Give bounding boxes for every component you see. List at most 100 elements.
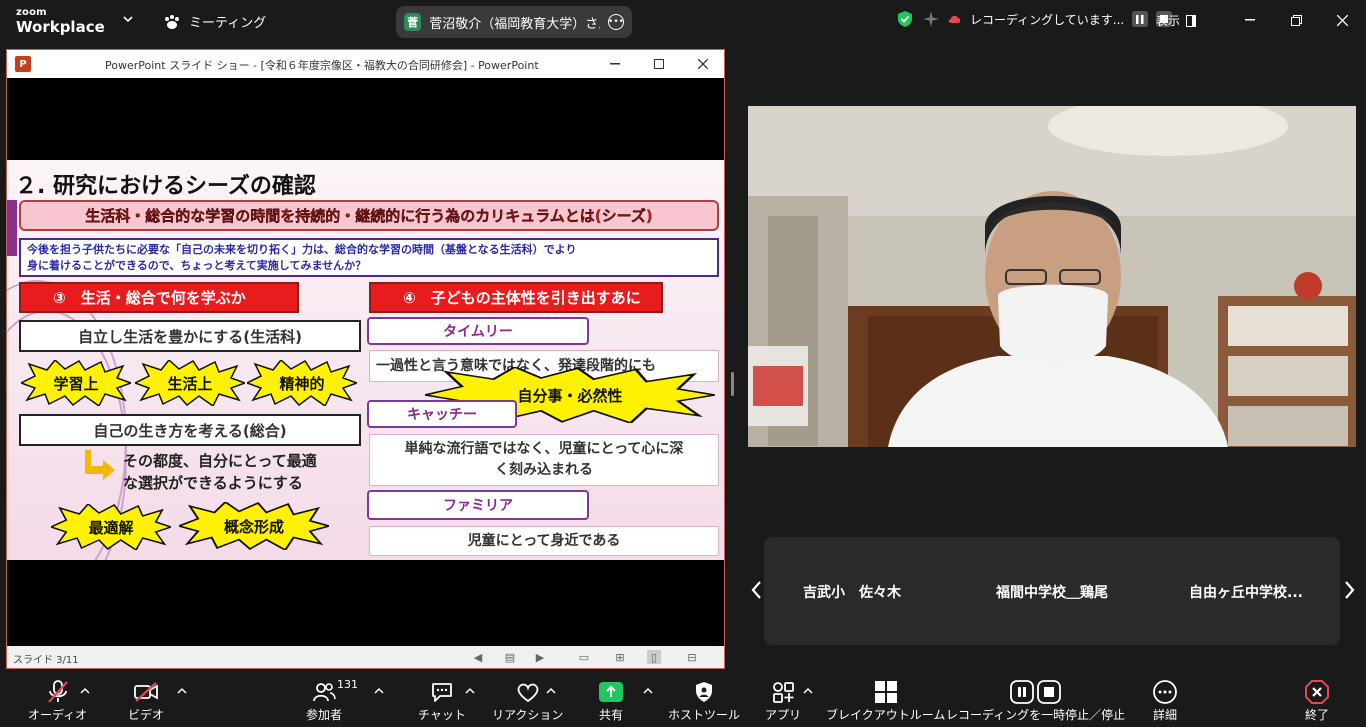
participants-button[interactable]: 131 参加者 [306, 678, 358, 723]
burst-learning: 学習上 [19, 358, 134, 408]
note-line1: その都度、自分にとって最適 [123, 452, 317, 470]
recording-status: レコーディングしています... [896, 10, 1173, 28]
people-icon: 131 [311, 678, 358, 704]
speaker-video[interactable] [748, 106, 1356, 447]
ppt-close-icon[interactable] [693, 54, 713, 74]
meeting-info-button[interactable]: ミーティング [163, 12, 266, 31]
powerpoint-icon: P [15, 56, 31, 72]
top-bar: zoom Workplace ミーティング 菅 菅沼敬介（福岡教育大学）さん •… [0, 0, 1366, 44]
title-accent [7, 200, 17, 256]
camera-feed [748, 106, 1356, 447]
active-speaker-pill[interactable]: 菅 菅沼敬介（福岡教育大学）さん ••• [396, 6, 632, 38]
burst1-label: 学習上 [53, 374, 99, 393]
share-button[interactable]: 共有 [598, 680, 624, 723]
video-off-icon [133, 680, 159, 704]
slide-banner: 生活科・総合的な学習の時間を持続的・継続的に行う為のカリキュラムとは(シーズ) [19, 200, 719, 231]
zoom-window: zoom Workplace ミーティング 菅 菅沼敬介（福岡教育大学）さん •… [0, 0, 1366, 727]
chat-label: チャット [418, 708, 466, 722]
intro-line1: 今後を担う子供たちに必要な「自己の未来を切り拓く」力は、総合的な学習の時間（基盤… [27, 243, 577, 256]
end-icon [1304, 680, 1330, 704]
share-label: 共有 [598, 708, 623, 722]
right-heading: ④ 子どもの主体性を引き出すあに [369, 282, 663, 313]
reactions-label: リアクション [492, 708, 564, 722]
breakout-rooms-button[interactable]: ブレイクアウトルーム [826, 680, 945, 723]
layout-icon [1186, 14, 1197, 27]
logo-line2: Workplace [16, 18, 105, 36]
slideshow-view-icon[interactable]: ⊟ [685, 650, 699, 664]
participant-name[interactable]: 福間中学校＿鶏尾 [972, 582, 1132, 602]
host-tools-button[interactable]: ホストツール [668, 680, 740, 723]
slide: ２. 研究におけるシーズの確認 生活科・総合的な学習の時間を持続的・継続的に行う… [7, 160, 724, 560]
ppt-window-title: PowerPoint スライド ショー - [令和６年度宗像区・福教大の合同研修… [105, 59, 539, 72]
reading-view-icon[interactable]: ▯ [647, 650, 661, 664]
end-label: 終了 [1304, 708, 1329, 722]
intro-line2: 身に着けることができるので、ちょっと考えて実施してみませんか？ [27, 259, 367, 272]
chevron-up-icon[interactable] [465, 686, 475, 696]
heart-icon [515, 680, 541, 704]
paw-icon [165, 14, 179, 29]
minimize-icon[interactable] [1240, 10, 1260, 30]
catchy-desc: 単純な流行語ではなく、児童にとって心に深 く刻み込まれる [369, 434, 719, 486]
participants-strip: 吉武小 佐々木 福間中学校＿鶏尾 自由ヶ丘中学校... [764, 537, 1340, 645]
slide-menu-icon[interactable]: ▤ [503, 650, 517, 664]
powerpoint-window: P PowerPoint スライド ショー - [令和６年度宗像区・福教大の合同… [6, 49, 725, 669]
chevron-up-icon[interactable] [546, 686, 556, 696]
left-heading: ③ 生活・総合で何を学ぶか [19, 282, 299, 313]
host-shield-icon [691, 680, 717, 704]
normal-view-icon[interactable]: ▭ [577, 650, 591, 664]
sparkle-icon[interactable] [922, 10, 940, 28]
apps-icon [770, 680, 796, 704]
chevron-up-icon[interactable] [374, 686, 384, 696]
chevron-up-icon[interactable] [177, 686, 187, 696]
shield-check-icon[interactable] [896, 10, 914, 28]
ppt-minimize-icon[interactable] [605, 54, 625, 74]
apps-label: アプリ [765, 708, 802, 722]
video-button[interactable]: ビデオ [128, 680, 164, 723]
next-slide-icon[interactable]: ▶ [533, 650, 547, 664]
splitter-handle[interactable] [731, 372, 734, 396]
pause-recording-icon[interactable] [1132, 11, 1149, 27]
end-button[interactable]: 終了 [1304, 680, 1330, 723]
close-icon[interactable] [1332, 10, 1352, 30]
view-button[interactable]: 表示 [1156, 12, 1197, 29]
meeting-label: ミーティング [189, 16, 267, 31]
grid-icon [873, 680, 899, 704]
note-line2: な選択ができるようにする [123, 474, 303, 492]
chevron-down-icon[interactable] [122, 13, 134, 25]
burst2-label: 生活上 [167, 374, 213, 393]
chevron-up-icon[interactable] [643, 686, 653, 696]
burst-mental: 精神的 [245, 358, 360, 408]
seikatsu-box: 自立し生活を豊かにする(生活科) [19, 320, 361, 352]
burst-optimal: 最適解 [48, 502, 174, 552]
burst-life: 生活上 [133, 358, 248, 408]
note-text: その都度、自分にとって最適 な選択ができるようにする [123, 450, 317, 494]
host-name: 菅沼敬介（福岡教育大学）さん [429, 16, 600, 32]
apps-button[interactable]: アプリ [765, 680, 801, 723]
participants-count: 131 [337, 678, 358, 691]
audio-label: オーディオ [28, 708, 88, 722]
chevron-right-icon[interactable] [1342, 580, 1356, 600]
chevron-up-icon[interactable] [80, 686, 90, 696]
prev-slide-icon[interactable]: ◀ [471, 650, 485, 664]
chevron-up-icon[interactable] [803, 686, 813, 696]
more-icon[interactable]: ••• [608, 14, 624, 30]
audio-button[interactable]: オーディオ [28, 680, 87, 723]
chat-button[interactable]: チャット [418, 680, 466, 723]
chevron-left-icon[interactable] [750, 580, 764, 600]
recording-controls-button[interactable]: レコーディングを一時停止／停止 [946, 680, 1125, 723]
breakout-label: ブレイクアウトルーム [826, 708, 946, 722]
record-controls-icon [1009, 680, 1062, 704]
familiar-box: ファミリア [367, 490, 589, 520]
participant-name[interactable]: 吉武小 佐々木 [772, 582, 932, 602]
restore-icon[interactable] [1286, 10, 1306, 30]
sorter-view-icon[interactable]: ⊞ [613, 650, 627, 664]
timely-box: タイムリー [367, 317, 589, 345]
burst4-label: 最適解 [88, 518, 134, 537]
slide-number: スライド 3/11 [13, 655, 79, 666]
catchy-box: キャッチー [367, 400, 517, 428]
participant-name[interactable]: 自由ヶ丘中学校... [1166, 582, 1326, 602]
catchy-desc-line2: く刻み込まれる [495, 462, 593, 478]
ppt-title-bar: P PowerPoint スライド ショー - [令和６年度宗像区・福教大の合同… [7, 50, 724, 78]
more-button[interactable]: 詳細 [1152, 680, 1178, 723]
ppt-maximize-icon[interactable] [649, 54, 669, 74]
